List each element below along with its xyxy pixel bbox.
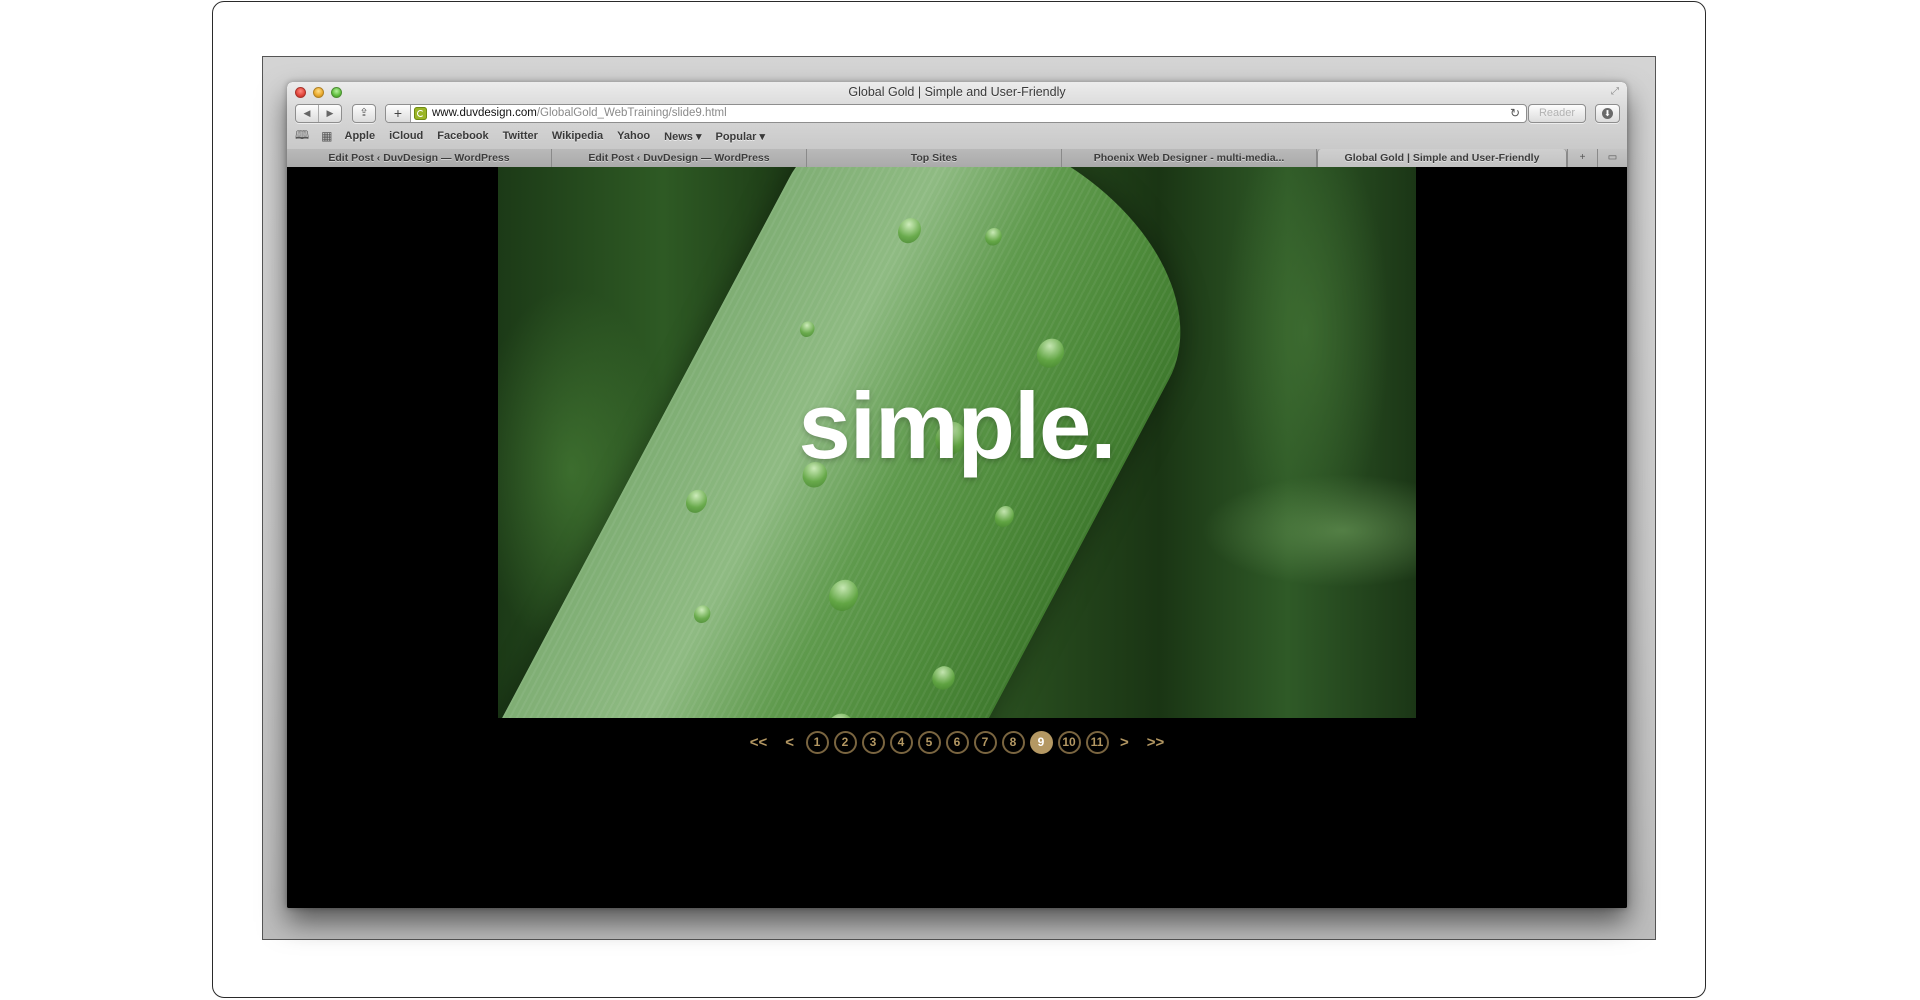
slide-caption: simple.: [798, 373, 1117, 478]
tab-global-gold-active[interactable]: Global Gold | Simple and User-Friendly: [1317, 149, 1567, 167]
browser-window: Global Gold | Simple and User-Friendly ⤢…: [287, 82, 1627, 908]
page-button-9-current[interactable]: 9: [1029, 730, 1053, 754]
bookmarks-bar: 🕮 ▦ Apple iCloud Facebook Twitter Wikipe…: [295, 128, 779, 144]
browser-toolbar: Global Gold | Simple and User-Friendly ⤢…: [287, 82, 1627, 150]
page-button-8[interactable]: 8: [1001, 730, 1025, 754]
bookmark-icloud[interactable]: iCloud: [389, 130, 423, 142]
reading-list-icon[interactable]: 🕮: [295, 126, 309, 147]
next-slide-button[interactable]: >: [1120, 734, 1129, 751]
window-title: Global Gold | Simple and User-Friendly: [848, 85, 1066, 99]
bookmark-yahoo[interactable]: Yahoo: [617, 130, 650, 142]
slide-pagination: << < 1 2 3 4 5 6 7 8 9 10 11 > >>: [287, 728, 1627, 756]
page-button-6[interactable]: 6: [945, 730, 969, 754]
bookmark-wikipedia[interactable]: Wikipedia: [552, 130, 603, 142]
first-slide-button[interactable]: <<: [750, 734, 768, 751]
page-button-3[interactable]: 3: [861, 730, 885, 754]
site-favicon-icon: [414, 107, 427, 120]
tab-edit-post-2[interactable]: Edit Post ‹ DuvDesign — WordPress: [552, 149, 807, 167]
slide-image: simple.: [498, 167, 1416, 718]
bookmark-facebook[interactable]: Facebook: [437, 130, 488, 142]
tab-top-sites[interactable]: Top Sites: [807, 149, 1062, 167]
download-icon: ⬇: [1602, 108, 1613, 119]
tab-view-icon: ▭: [1607, 152, 1618, 163]
page-button-1[interactable]: 1: [805, 730, 829, 754]
address-bar[interactable]: + www.duvdesign.com/GlobalGold_WebTraini…: [385, 104, 1527, 123]
tab-bar: Edit Post ‹ DuvDesign — WordPress Edit P…: [287, 149, 1627, 168]
share-button[interactable]: ⇪: [352, 104, 376, 123]
last-slide-button[interactable]: >>: [1147, 734, 1165, 751]
page-button-11[interactable]: 11: [1085, 730, 1109, 754]
url-field[interactable]: www.duvdesign.com/GlobalGold_WebTraining…: [432, 105, 727, 122]
bookmark-folder-popular[interactable]: Popular ▾: [715, 130, 765, 143]
bookmark-apple[interactable]: Apple: [345, 130, 376, 142]
share-icon: ⇪: [359, 107, 369, 119]
page-button-5[interactable]: 5: [917, 730, 941, 754]
tab-edit-post-1[interactable]: Edit Post ‹ DuvDesign — WordPress: [287, 149, 552, 167]
add-bookmark-button[interactable]: +: [386, 105, 411, 122]
tab-phoenix-web-designer[interactable]: Phoenix Web Designer - multi-media...: [1062, 149, 1317, 167]
page-button-2[interactable]: 2: [833, 730, 857, 754]
tab-view-button[interactable]: ▭: [1597, 149, 1627, 167]
url-path: /GlobalGold_WebTraining/slide9.html: [536, 107, 727, 119]
previous-slide-button[interactable]: <: [785, 734, 794, 751]
reload-icon[interactable]: ↻: [1510, 105, 1520, 122]
fullscreen-icon[interactable]: ⤢: [1609, 86, 1621, 98]
forward-button[interactable]: ▶: [319, 105, 341, 122]
top-sites-grid-icon[interactable]: ▦: [321, 129, 332, 143]
page-button-7[interactable]: 7: [973, 730, 997, 754]
reader-button[interactable]: Reader: [1528, 104, 1586, 123]
url-host: www.duvdesign.com: [432, 107, 537, 119]
page-button-10[interactable]: 10: [1057, 730, 1081, 754]
page-button-4[interactable]: 4: [889, 730, 913, 754]
back-forward-buttons: ◀ ▶: [295, 104, 342, 123]
bookmark-folder-news[interactable]: News ▾: [664, 130, 701, 143]
bookmark-twitter[interactable]: Twitter: [503, 130, 538, 142]
back-button[interactable]: ◀: [296, 105, 319, 122]
new-tab-button[interactable]: +: [1567, 149, 1597, 167]
page-content: simple. << < 1 2 3 4 5 6 7 8 9 10 11 > >…: [287, 167, 1627, 908]
downloads-button[interactable]: ⬇: [1595, 104, 1620, 123]
